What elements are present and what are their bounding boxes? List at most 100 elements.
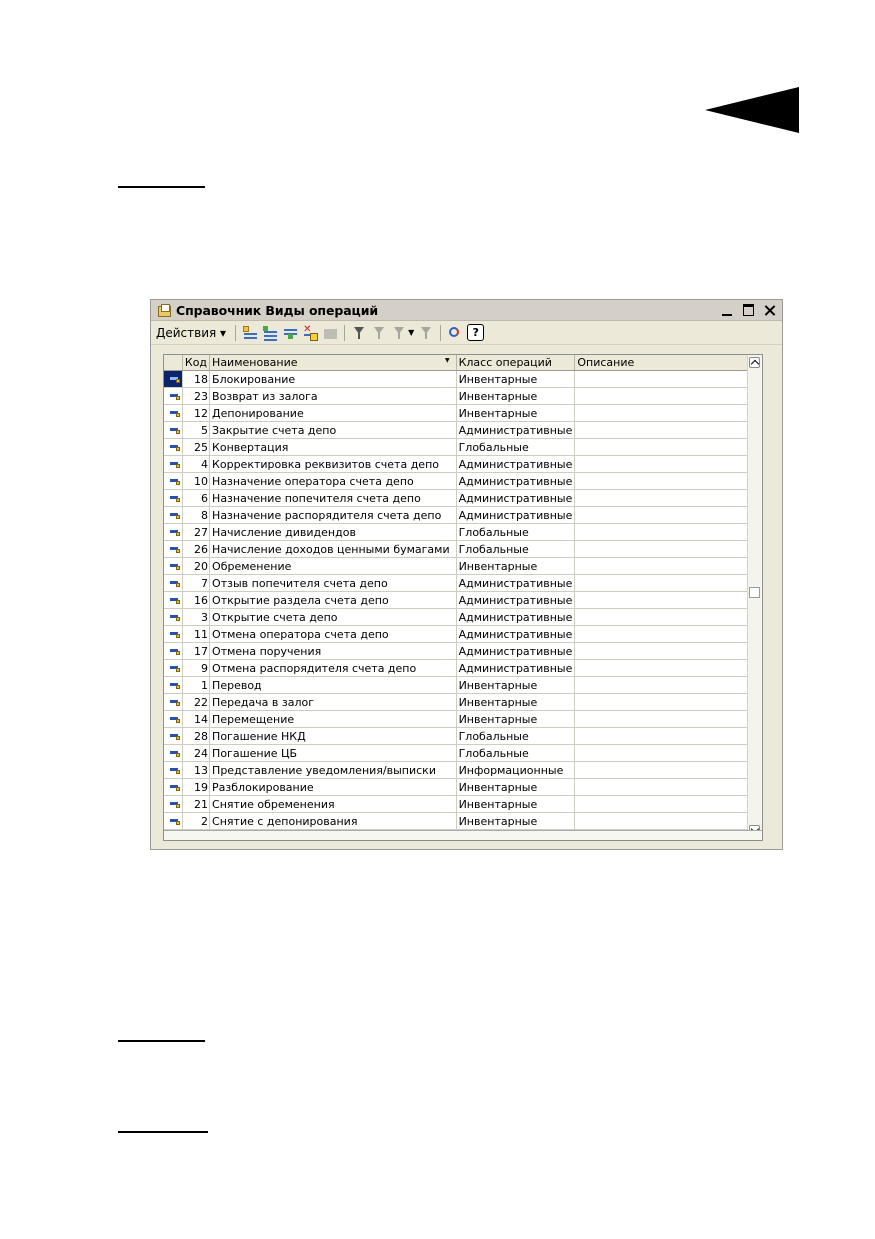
table-row[interactable]: 24 Погашение ЦБ Глобальные (164, 744, 762, 762)
table-row[interactable]: 5 Закрытие счета депо Административные (164, 421, 762, 439)
table-row[interactable]: 10 Назначение оператора счета депо Админис… (164, 472, 762, 490)
table-row[interactable]: 18 Блокирование Инвентарные (164, 370, 762, 388)
name-cell: Открытие счета депо (209, 608, 457, 626)
filter-icon[interactable] (351, 325, 367, 341)
table-row[interactable]: 2 Снятие с депонирования Инвентарные (164, 812, 762, 830)
table-row[interactable]: 27 Начисление дивидендов Глобальные (164, 523, 762, 541)
table-row[interactable]: 25 Конвертация Глобальные (164, 438, 762, 456)
row-item-icon-cell (164, 506, 183, 524)
name-cell: Отмена оператора счета депо (209, 625, 457, 643)
table-row[interactable]: 11 Отмена оператора счета депо Администрат… (164, 625, 762, 643)
code-cell: 10 (182, 472, 211, 490)
table-row[interactable]: 20 Обременение Инвентарные (164, 557, 762, 575)
description-cell (574, 574, 762, 592)
class-cell: Глобальные (456, 438, 576, 456)
table-row[interactable]: 1 Перевод Инвентарные (164, 676, 762, 694)
table-row[interactable]: 13 Представление уведомления/выписки Инфор… (164, 761, 762, 779)
table-row[interactable]: 23 Возврат из залога Инвентарные (164, 387, 762, 405)
table-row[interactable]: 7 Отзыв попечителя счета депо Администрати… (164, 574, 762, 592)
code-cell: 3 (182, 608, 211, 626)
filter-by-value-icon[interactable] (371, 325, 387, 341)
table-row[interactable]: 28 Погашение НКД Глобальные (164, 727, 762, 745)
clear-filter-icon[interactable] (418, 325, 434, 341)
class-cell: Административные (456, 506, 576, 524)
row-item-icon-cell (164, 489, 183, 507)
row-item-icon-cell (164, 523, 183, 541)
table-row[interactable]: 16 Открытие раздела счета депо Администрат… (164, 591, 762, 609)
description-cell (574, 693, 762, 711)
class-cell: Административные (456, 472, 576, 490)
code-cell: 25 (182, 438, 211, 456)
catalog-item-icon (170, 545, 180, 553)
table-row[interactable]: 8 Назначение распорядителя счета депо Адми… (164, 506, 762, 524)
code-cell: 27 (182, 523, 211, 541)
row-item-icon-cell (164, 744, 183, 762)
title-bar[interactable]: Справочник Виды операций (151, 300, 782, 321)
table-row[interactable]: 22 Передача в залог Инвентарные (164, 693, 762, 711)
class-cell: Административные (456, 455, 576, 473)
delete-item-icon[interactable]: ✕ (302, 324, 319, 341)
scroll-up-icon[interactable] (749, 357, 760, 368)
column-header-code[interactable]: Код (182, 355, 211, 371)
table-row[interactable]: 17 Отмена поручения Административные (164, 642, 762, 660)
catalog-item-icon (170, 817, 180, 825)
table-row[interactable]: 12 Депонирование Инвентарные (164, 404, 762, 422)
underline-rule (118, 186, 205, 188)
actions-menu[interactable]: Действия ▾ (156, 326, 226, 340)
table-row[interactable]: 6 Назначение попечителя счета депо Админис… (164, 489, 762, 507)
copy-item-icon[interactable] (282, 325, 298, 341)
save-icon[interactable] (322, 325, 338, 341)
class-cell: Инвентарные (456, 387, 576, 405)
actions-menu-label: Действия (156, 325, 217, 340)
description-cell (574, 455, 762, 473)
code-cell: 17 (182, 642, 211, 660)
catalog-item-icon (170, 477, 180, 485)
add-group-icon[interactable] (262, 325, 278, 341)
code-cell: 4 (182, 455, 211, 473)
description-cell (574, 472, 762, 490)
class-cell: Инвентарные (456, 404, 576, 422)
icon-column-header[interactable] (164, 355, 183, 371)
table-row[interactable]: 3 Открытие счета депо Административные (164, 608, 762, 626)
code-cell: 22 (182, 693, 211, 711)
class-cell: Административные (456, 574, 576, 592)
description-cell (574, 489, 762, 507)
class-cell: Административные (456, 591, 576, 609)
chevron-down-icon[interactable]: ▼ (408, 328, 414, 337)
column-header-description[interactable]: Описание (574, 355, 762, 371)
row-item-icon-cell (164, 710, 183, 728)
close-button[interactable] (763, 304, 776, 317)
column-header-class[interactable]: Класс операций (456, 355, 576, 371)
code-cell: 18 (182, 370, 211, 388)
row-item-icon-cell (164, 404, 183, 422)
description-cell (574, 540, 762, 558)
table-row[interactable]: 14 Перемещение Инвентарные (164, 710, 762, 728)
table-row[interactable]: 19 Разблокирование Инвентарные (164, 778, 762, 796)
maximize-button[interactable] (743, 304, 754, 316)
description-cell (574, 370, 762, 388)
table-row[interactable]: 21 Снятие обременения Инвентарные (164, 795, 762, 813)
help-button[interactable]: ? (467, 324, 485, 341)
table-row[interactable]: 26 Начисление доходов ценными бумагами Гло… (164, 540, 762, 558)
minimize-button[interactable] (721, 304, 734, 317)
class-cell: Административные (456, 659, 576, 677)
description-cell (574, 387, 762, 405)
table-row[interactable]: 4 Корректировка реквизитов счета депо Адми… (164, 455, 762, 473)
catalog-item-icon (170, 511, 180, 519)
name-cell: Блокирование (209, 370, 457, 388)
row-item-icon-cell (164, 574, 183, 592)
catalog-item-icon (170, 630, 180, 638)
catalog-item-icon (170, 681, 180, 689)
vertical-scrollbar[interactable] (747, 355, 762, 840)
refresh-icon[interactable] (447, 325, 463, 341)
column-header-name[interactable]: Наименование (209, 355, 457, 371)
underline-rule (118, 1040, 205, 1042)
add-item-icon[interactable] (242, 325, 258, 341)
class-cell: Административные (456, 608, 576, 626)
horizontal-scrollbar[interactable] (164, 830, 762, 840)
scroll-thumb[interactable] (749, 587, 760, 598)
description-cell (574, 727, 762, 745)
table-row[interactable]: 9 Отмена распорядителя счета депо Админист… (164, 659, 762, 677)
description-cell (574, 438, 762, 456)
filter-history-icon[interactable] (391, 325, 407, 341)
